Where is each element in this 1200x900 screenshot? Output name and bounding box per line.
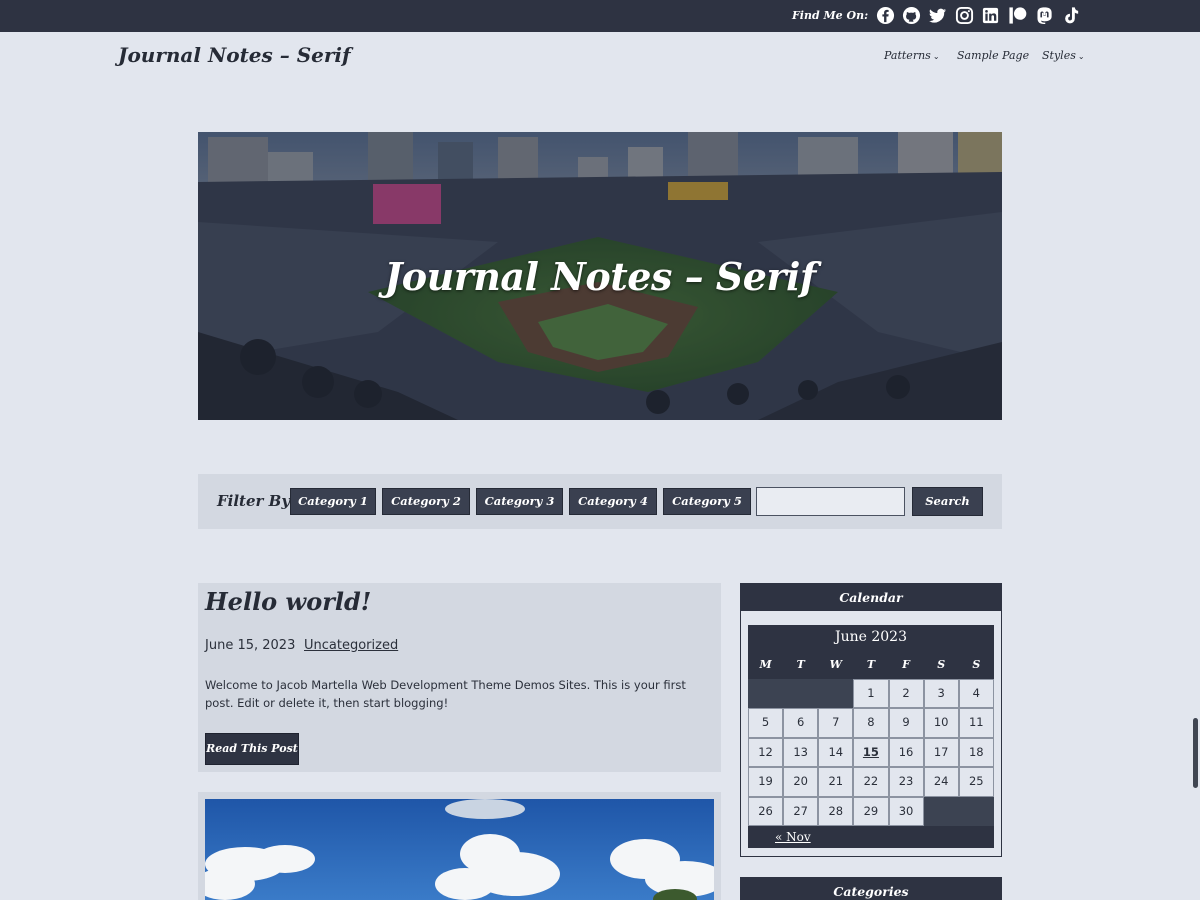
calendar-day: 6 — [783, 708, 819, 738]
calendar-day: 13 — [783, 737, 819, 768]
weekday-label: W — [829, 658, 842, 671]
twitter-icon[interactable] — [928, 6, 947, 25]
calendar-day: 11 — [958, 708, 994, 738]
calendar-widget: Calendar June 2023 M T W T F S S 1234567… — [740, 583, 1002, 857]
calendar-day: 12 — [748, 737, 784, 768]
category-5-button[interactable]: Category 5 — [663, 488, 751, 515]
weekday-label: M — [759, 658, 772, 671]
calendar-weekday-header: M T W T F S S — [748, 650, 994, 679]
post-category-link[interactable]: Uncategorized — [304, 638, 398, 653]
calendar-day: 3 — [923, 679, 959, 709]
post-card: Hello world! June 15, 2023 Uncategorized… — [198, 583, 721, 772]
calendar-day: 17 — [923, 737, 959, 768]
weekday-label: S — [937, 658, 946, 671]
nav-item-label: Styles — [1042, 49, 1076, 62]
calendar-week-row: 19 20 21 22 23 24 25 — [748, 767, 994, 797]
top-bar: Find Me On: — [0, 0, 1200, 32]
nav-item-patterns[interactable]: Patterns ⌄ — [884, 49, 940, 62]
calendar-day[interactable]: 15 — [853, 737, 889, 768]
calendar-day: 10 — [923, 708, 959, 738]
calendar-empty-cell — [958, 796, 994, 826]
category-2-button[interactable]: Category 2 — [382, 488, 470, 515]
calendar-empty-cell — [748, 679, 784, 709]
calendar-day: 22 — [853, 767, 889, 797]
post-excerpt: Welcome to Jacob Martella Web Developmen… — [205, 678, 686, 710]
categories-widget-title: Categories — [740, 877, 1002, 900]
find-me-label: Find Me On: — [792, 9, 869, 22]
category-3-button[interactable]: Category 3 — [476, 488, 563, 515]
post-card — [198, 792, 721, 900]
calendar-day: 28 — [818, 796, 854, 826]
chevron-down-icon: ⌄ — [1077, 52, 1085, 61]
calendar-day: 18 — [958, 737, 994, 768]
tiktok-icon[interactable] — [1062, 6, 1081, 25]
facebook-icon[interactable] — [876, 6, 895, 25]
calendar-day: 27 — [783, 796, 819, 826]
calendar-empty-cell — [783, 679, 819, 709]
calendar-day: 24 — [923, 767, 959, 797]
calendar-week-row: 12 13 14 15 16 17 18 — [748, 737, 994, 768]
calendar-day: 26 — [748, 796, 784, 826]
mastodon-icon[interactable] — [1035, 6, 1054, 25]
calendar-day: 4 — [958, 679, 994, 709]
calendar-day: 1 — [853, 679, 889, 709]
calendar-month: June 2023 — [748, 625, 994, 650]
calendar-empty-cell — [818, 679, 854, 709]
patreon-icon[interactable] — [1008, 6, 1027, 25]
nav-item-styles[interactable]: Styles ⌄ — [1042, 49, 1085, 62]
calendar-day: 5 — [748, 708, 784, 738]
nav-item-label: Sample Page — [957, 49, 1030, 62]
calendar-day: 19 — [748, 767, 784, 797]
calendar-day: 30 — [888, 796, 924, 826]
calendar-day: 23 — [888, 767, 924, 797]
calendar-day: 14 — [818, 737, 854, 768]
hero-banner: Journal Notes – Serif — [198, 132, 1002, 420]
filter-label: Filter By: — [217, 492, 296, 510]
calendar-day: 7 — [818, 708, 854, 738]
calendar-body: 1 2 3 4 5 6 7 8 9 10 11 12 13 14 15 16 17 18 19 20 21 22 23 24 2… — [748, 679, 994, 826]
calendar-week-row: 1234 — [748, 679, 994, 709]
hero-title: Journal Notes – Serif — [384, 254, 816, 299]
calendar-week-row: 26 27 28 29 30 — [748, 796, 994, 826]
calendar-prev-link[interactable]: « Nov — [775, 830, 811, 844]
search-button[interactable]: Search — [912, 487, 983, 516]
github-icon[interactable] — [902, 6, 921, 25]
weekday-label: T — [866, 658, 876, 671]
weekday-label: S — [972, 658, 981, 671]
calendar-day: 2 — [888, 679, 924, 709]
calendar-day: 29 — [853, 796, 889, 826]
read-post-button[interactable]: Read This Post — [205, 733, 299, 765]
calendar-day: 9 — [888, 708, 924, 738]
post-title[interactable]: Hello world! — [205, 587, 371, 616]
calendar-nav: « Nov — [748, 825, 994, 848]
nav-item-sample-page[interactable]: Sample Page — [957, 49, 1029, 62]
category-1-button[interactable]: Category 1 — [290, 488, 376, 515]
calendar-day: 16 — [888, 737, 924, 768]
linkedin-icon[interactable] — [981, 6, 1000, 25]
search-input[interactable] — [756, 487, 905, 516]
calendar-week-row: 5 6 7 8 9 10 11 — [748, 708, 994, 738]
scrollbar-thumb[interactable] — [1193, 718, 1198, 788]
weekday-label: F — [902, 658, 910, 671]
site-title[interactable]: Journal Notes – Serif — [118, 43, 351, 67]
category-4-button[interactable]: Category 4 — [569, 488, 657, 515]
calendar-day: 21 — [818, 767, 854, 797]
filter-bar: Filter By: Category 1 Category 2 Categor… — [198, 474, 1002, 529]
calendar-empty-cell — [923, 796, 959, 826]
chevron-down-icon: ⌄ — [932, 52, 940, 61]
calendar-day: 25 — [958, 767, 994, 797]
calendar-table: June 2023 M T W T F S S 1 2 3 4 5 6 7 8 9 10 11 12 1… — [748, 625, 994, 848]
calendar-day: 8 — [853, 708, 889, 738]
calendar-day: 20 — [783, 767, 819, 797]
nav-item-label: Patterns — [884, 49, 931, 62]
weekday-label: T — [796, 658, 805, 671]
post-date: June 15, 2023 — [205, 638, 296, 653]
instagram-icon[interactable] — [955, 6, 974, 25]
post-featured-image[interactable] — [205, 799, 714, 900]
calendar-widget-title: Calendar — [741, 584, 1001, 611]
